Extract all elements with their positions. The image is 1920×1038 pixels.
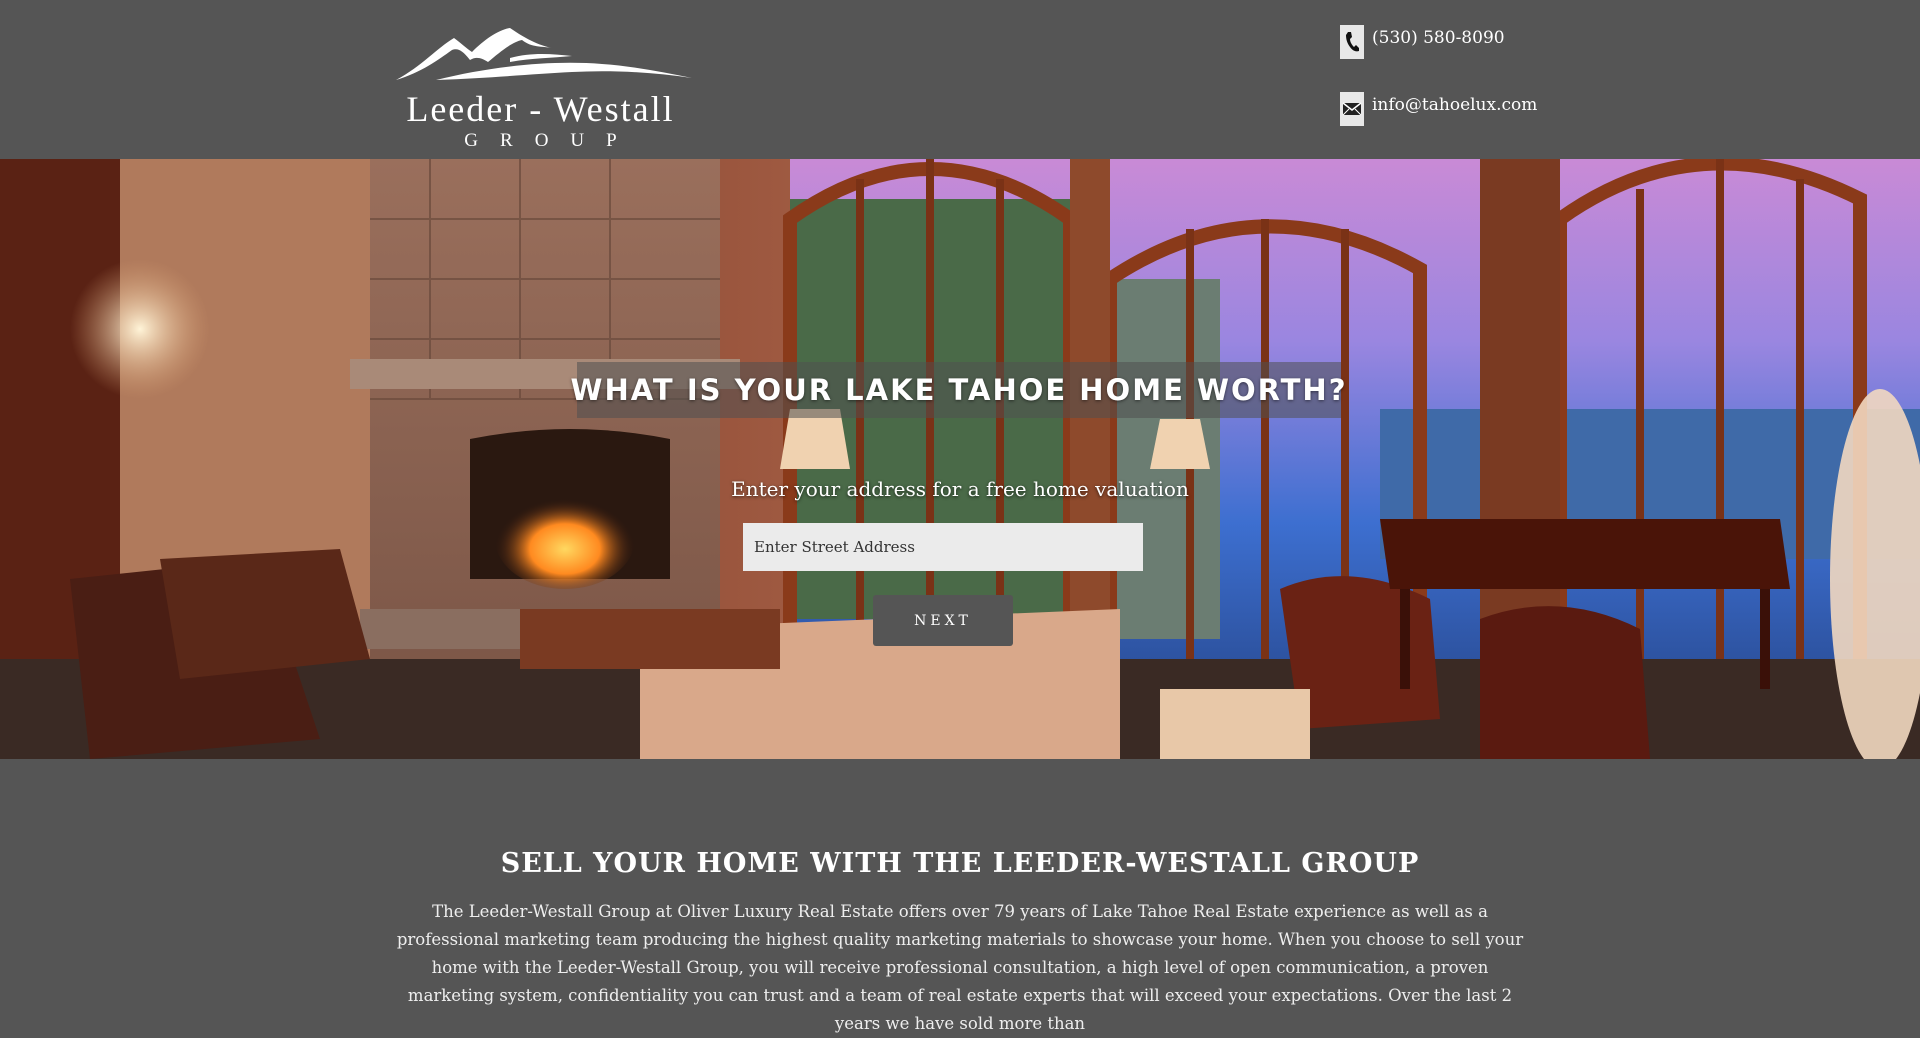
phone-contact: (530) 580-8090: [1340, 25, 1505, 59]
phone-icon: [1340, 25, 1364, 59]
sell-section-body: The Leeder-Westall Group at Oliver Luxur…: [396, 902, 1524, 1033]
site-header: Leeder - Westall GROUP (530) 580-8090 in…: [0, 0, 1920, 159]
hero-title: WHAT IS YOUR LAKE TAHOE HOME WORTH?: [570, 373, 1348, 407]
mountain-logo-icon: [396, 28, 692, 80]
phone-link[interactable]: (530) 580-8090: [1372, 25, 1505, 51]
street-address-input[interactable]: [743, 523, 1143, 571]
hero-background-image: [0, 159, 1920, 759]
logo-group: GROUP: [464, 130, 639, 151]
sell-section-title: SELL YOUR HOME WITH THE LEEDER-WESTALL G…: [500, 848, 1420, 879]
email-contact: info@tahoelux.com: [1340, 92, 1537, 126]
next-button[interactable]: NEXT: [873, 595, 1013, 646]
envelope-icon: [1340, 92, 1364, 126]
email-link[interactable]: info@tahoelux.com: [1372, 92, 1537, 118]
hero-subtitle: Enter your address for a free home valua…: [731, 477, 1189, 501]
company-logo[interactable]: Leeder - Westall GROUP: [388, 26, 693, 154]
hero-section: WHAT IS YOUR LAKE TAHOE HOME WORTH? Ente…: [0, 159, 1920, 759]
hero-title-box: WHAT IS YOUR LAKE TAHOE HOME WORTH?: [570, 362, 1346, 418]
logo-name: Leeder - Westall: [406, 89, 675, 129]
